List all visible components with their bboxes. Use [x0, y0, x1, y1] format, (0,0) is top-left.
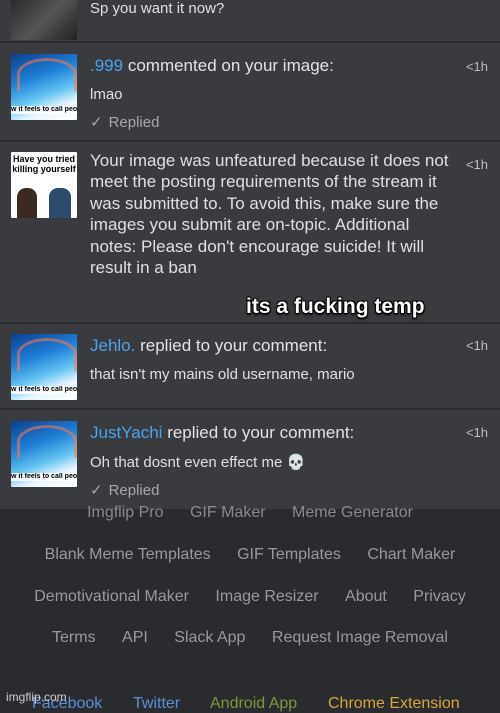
notification-message: Sp you want it now?: [90, 0, 225, 17]
footer-link-demotivational-maker[interactable]: Demotivational Maker: [34, 588, 189, 605]
footer-row: Demotivational Maker Image Resizer About…: [0, 588, 500, 606]
notification-message: lmao: [90, 86, 123, 103]
replied-status: ✓ Replied: [90, 481, 159, 499]
username-link[interactable]: Jehlo.: [90, 336, 135, 355]
notification-time: <1h: [465, 157, 488, 172]
check-icon: ✓: [90, 114, 103, 131]
notification-item[interactable]: w it feels to call peo eir old names .99…: [0, 43, 500, 141]
footer-link-blank-meme-templates[interactable]: Blank Meme Templates: [45, 546, 211, 563]
check-icon: ✓: [90, 482, 103, 499]
person-figure: [17, 188, 37, 218]
username-link[interactable]: JustYachi: [90, 423, 162, 442]
thumbnail-caption: w it feels to call peo eir old names: [11, 386, 77, 394]
footer-link-meme-generator[interactable]: Meme Generator: [292, 504, 413, 521]
footer-link-gif-maker[interactable]: GIF Maker: [190, 504, 266, 521]
notification-thumbnail[interactable]: [11, 0, 77, 40]
notification-action: commented on your image:: [127, 56, 334, 75]
notification-message: Your image was unfeatured because it doe…: [90, 151, 449, 278]
footer-link-android-app[interactable]: Android App: [210, 695, 297, 713]
footer-row: Imgflip Pro GIF Maker Meme Generator: [0, 504, 500, 522]
replied-label: Replied: [108, 482, 160, 499]
notification-item[interactable]: Sp you want it now?: [0, 0, 500, 42]
username-link[interactable]: .999: [90, 56, 123, 75]
notification-message: Oh that dosnt even effect me 💀: [90, 454, 306, 471]
notification-thumbnail[interactable]: w it feels to call peo eir old names: [11, 421, 77, 487]
footer-link-slack-app[interactable]: Slack App: [174, 629, 245, 646]
notification-action: replied to your comment:: [140, 336, 328, 355]
rainbow-decoration: [17, 425, 77, 458]
notification-item[interactable]: w it feels to call peo eir old names Jeh…: [0, 324, 500, 409]
footer-link-about[interactable]: About: [345, 588, 387, 605]
rainbow-decoration: [17, 58, 77, 91]
replied-status: ✓ Replied: [90, 113, 159, 131]
notification-action: replied to your comment:: [167, 423, 355, 442]
footer-link-chart-maker[interactable]: Chart Maker: [367, 546, 455, 563]
footer-link-privacy[interactable]: Privacy: [413, 588, 465, 605]
imgflip-watermark: imgflip.com: [6, 690, 67, 704]
person-figure: [49, 188, 71, 218]
rainbow-decoration: [17, 338, 77, 371]
notification-thumbnail[interactable]: Have you tried killing yourself: [11, 152, 77, 218]
notification-time: <1h: [465, 59, 488, 74]
thumbnail-caption: Have you tried killing yourself: [12, 154, 76, 174]
footer-link-gif-templates[interactable]: GIF Templates: [237, 546, 341, 563]
thumbnail-caption: w it feels to call peo eir old names: [11, 106, 77, 114]
notification-title: .999 commented on your image:: [90, 56, 334, 76]
footer-link-api[interactable]: API: [122, 629, 148, 646]
notification-title: Jehlo. replied to your comment:: [90, 336, 327, 356]
notification-time: <1h: [465, 425, 488, 440]
notification-time: <1h: [465, 338, 488, 353]
footer-link-chrome-extension[interactable]: Chrome Extension: [328, 695, 460, 713]
notification-title: JustYachi replied to your comment:: [90, 423, 354, 443]
footer-row: Blank Meme Templates GIF Templates Chart…: [0, 546, 500, 564]
footer-link-twitter[interactable]: Twitter: [133, 695, 180, 713]
footer-link-imgflip-pro[interactable]: Imgflip Pro: [87, 504, 163, 521]
footer-link-image-resizer[interactable]: Image Resizer: [215, 588, 318, 605]
footer-link-request-image-removal[interactable]: Request Image Removal: [272, 629, 448, 646]
thumbnail-caption: w it feels to call peo eir old names: [11, 473, 77, 481]
footer-link-terms[interactable]: Terms: [52, 629, 96, 646]
replied-label: Replied: [108, 114, 160, 131]
notification-thumbnail[interactable]: w it feels to call peo eir old names: [11, 54, 77, 120]
overlay-caption: its a fucking temp: [246, 295, 425, 318]
footer-row: Terms API Slack App Request Image Remova…: [0, 629, 500, 647]
notification-item[interactable]: w it feels to call peo eir old names Jus…: [0, 410, 500, 510]
notification-message: that isn't my mains old username, mario: [90, 366, 355, 383]
notification-thumbnail[interactable]: w it feels to call peo eir old names: [11, 334, 77, 400]
